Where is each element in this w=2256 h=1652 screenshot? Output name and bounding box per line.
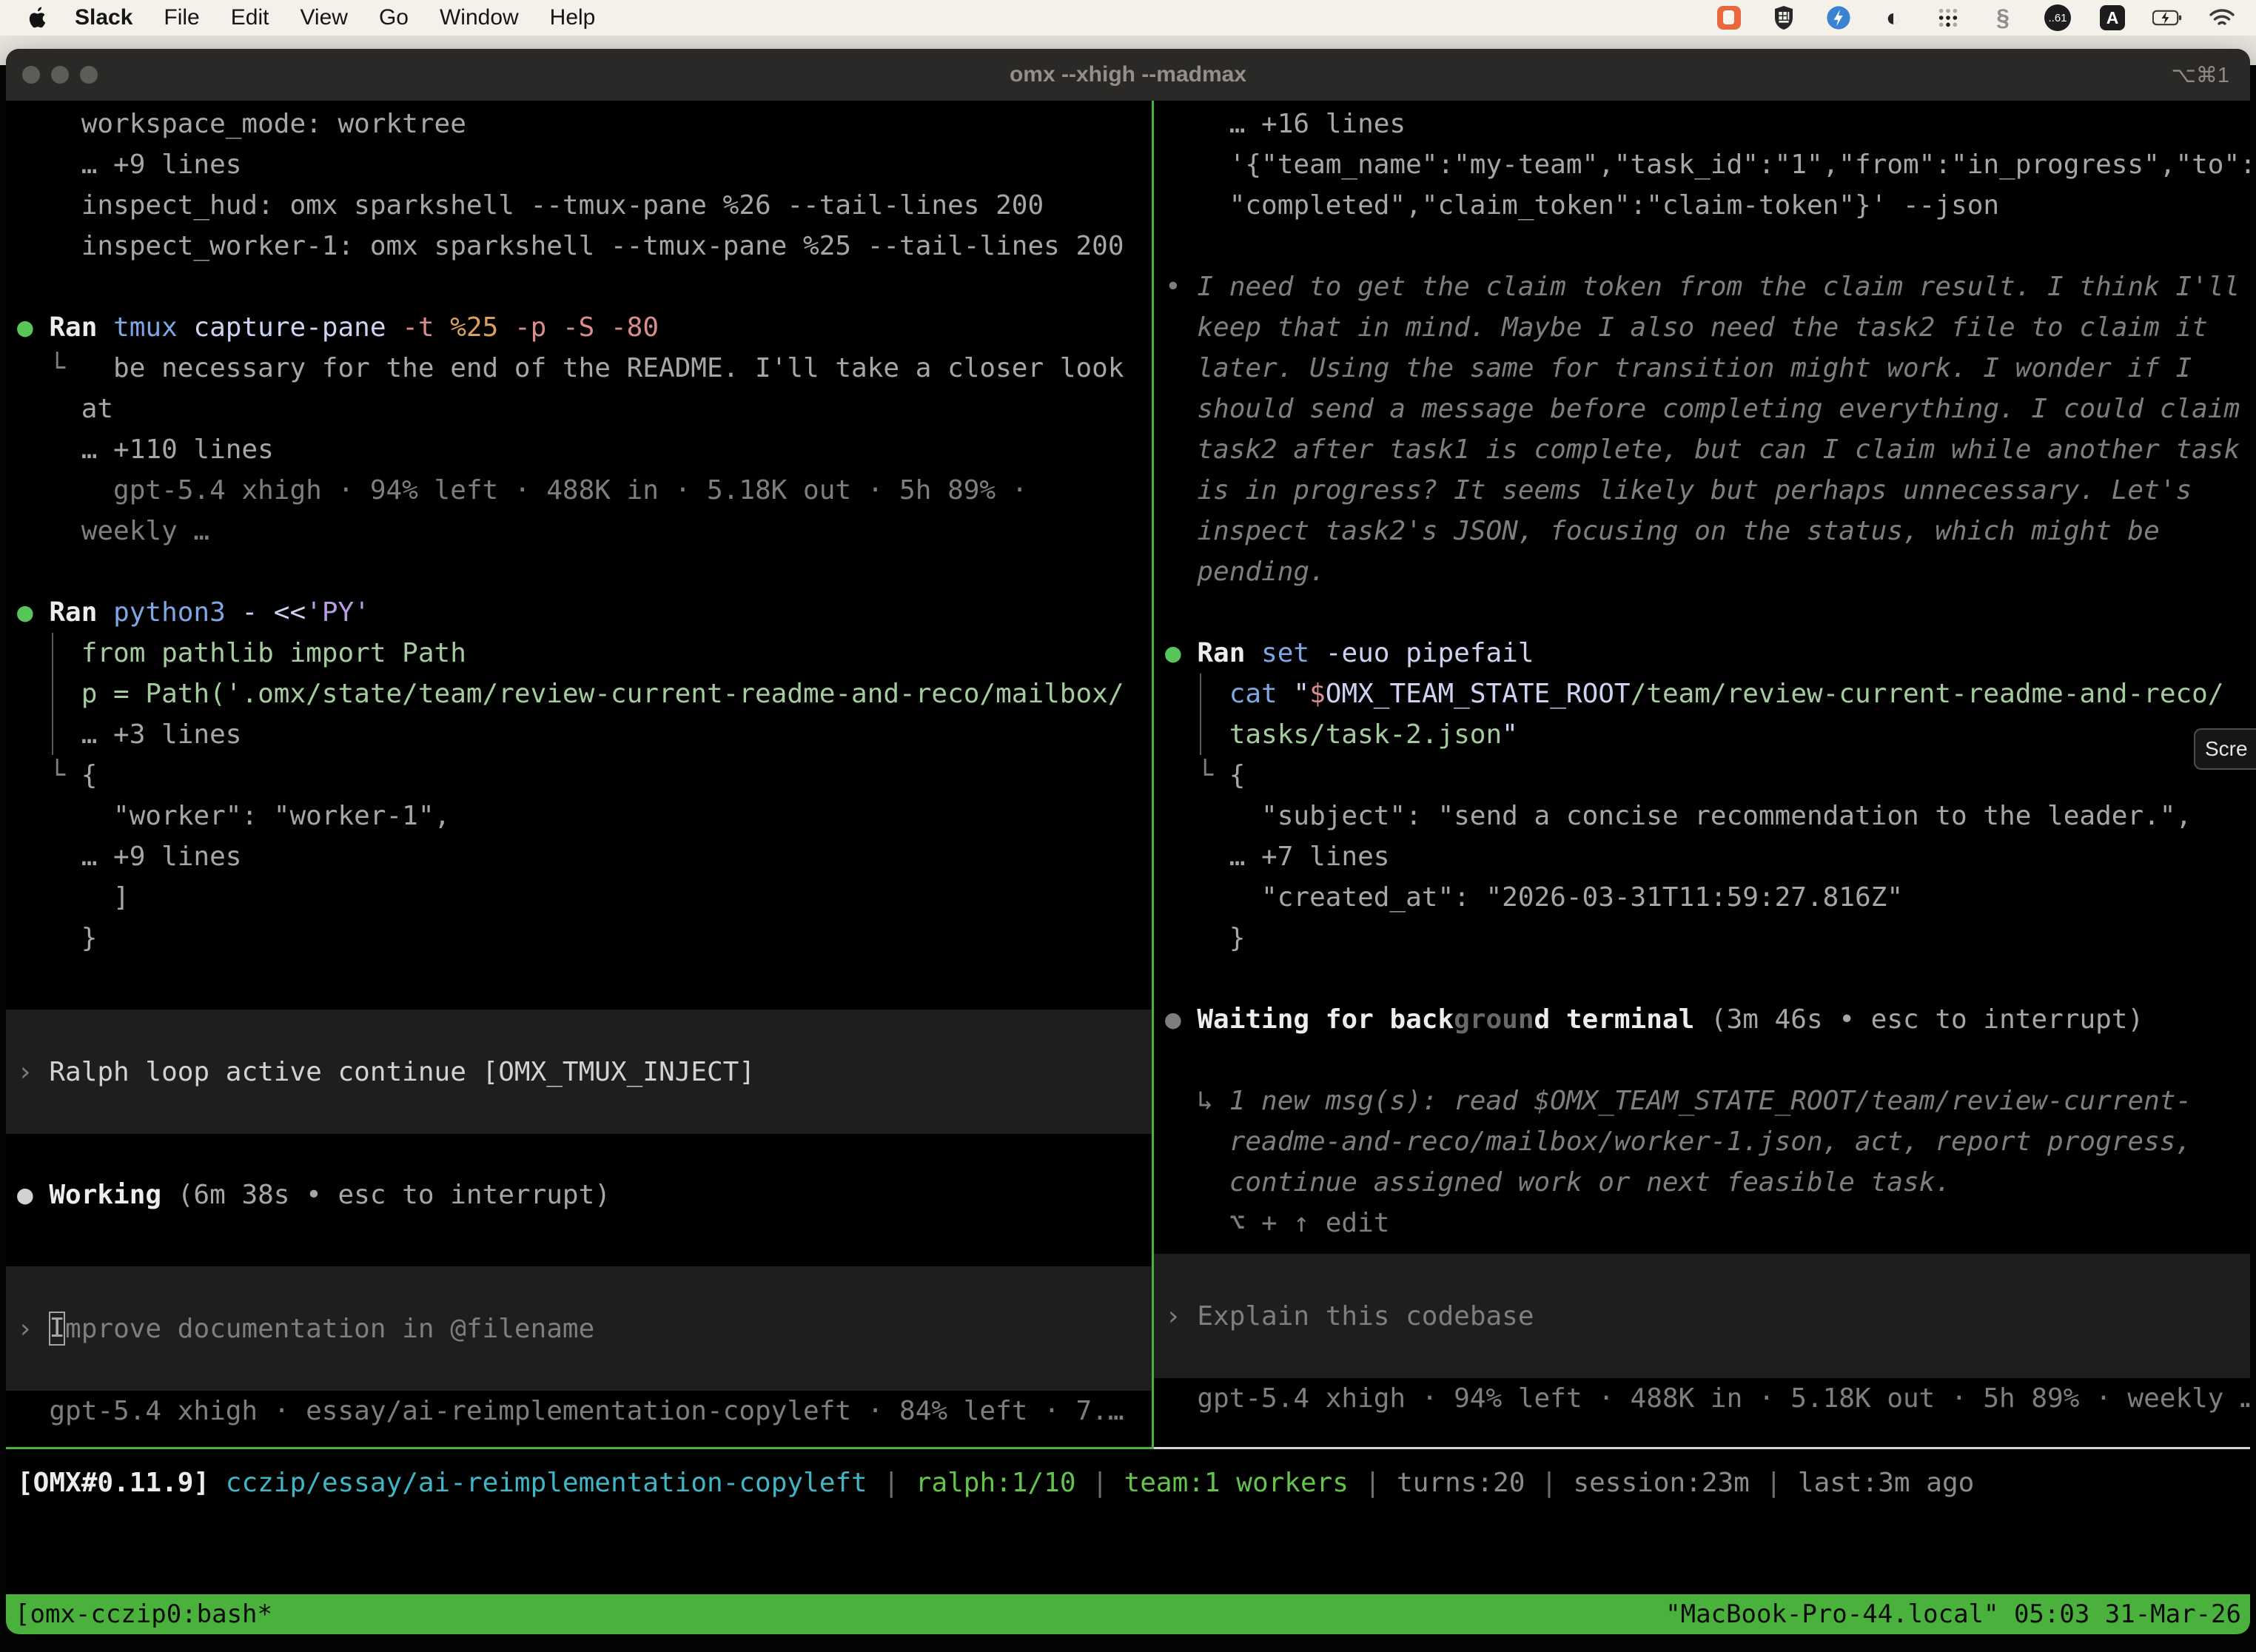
pane-hud[interactable]: workspace_mode: worktree … +9 lines insp…: [6, 101, 1152, 1449]
terminal-line: readme-and-reco/mailbox/worker-1.json, a…: [1154, 1121, 2250, 1162]
menu-bar: SlackFileEditViewGoWindowHelp ◐ § ..61 A: [0, 0, 2256, 36]
terminal-line: … +16 lines: [1154, 104, 2250, 144]
menu-item-window[interactable]: Window: [424, 5, 534, 30]
terminal-line: … +9 lines: [6, 144, 1152, 185]
window-shortcut: ⌥⌘1: [2171, 62, 2229, 88]
shield-icon[interactable]: [1769, 3, 1799, 33]
blank-line: [1154, 226, 2250, 266]
terminal-line: "created_at": "2026-03-31T11:59:27.816Z": [1154, 877, 2250, 918]
close-window-button[interactable]: [22, 66, 40, 84]
terminal-line: later. Using the same for transition mig…: [1154, 348, 2250, 389]
terminal-line: gpt-5.4 xhigh · 94% left · 488K in · 5.1…: [1154, 1378, 2250, 1419]
terminal-line: "worker": "worker-1",: [6, 796, 1152, 836]
terminal-line: ● Ran tmux capture-pane -t %25 -p -S -80: [6, 307, 1152, 348]
keyboard-layout-icon[interactable]: A: [2098, 3, 2127, 33]
terminal-line: … +3 lines: [6, 714, 1152, 755]
tmux-host-clock-label: "MacBook-Pro-44.local" 05:03 31-Mar-26: [1665, 1599, 2241, 1629]
screen-edge-tooltip: Scre: [2194, 728, 2256, 770]
dot-grid-icon[interactable]: [1933, 3, 1963, 33]
traffic-lights: [22, 66, 98, 84]
window-titlebar: omx --xhigh --madmax ⌥⌘1: [6, 49, 2250, 101]
menu-item-go[interactable]: Go: [363, 5, 424, 30]
menu-status-icons: ◐ § ..61 A: [1714, 3, 2256, 33]
terminal-line: ↳ 1 new msg(s): read $OMX_TEAM_STATE_ROO…: [1154, 1081, 2250, 1121]
menu-item-edit[interactable]: Edit: [215, 5, 285, 30]
window-title: omx --xhigh --madmax: [1010, 62, 1246, 87]
terminal-line: … +7 lines: [1154, 836, 2250, 877]
compass-bolt-icon[interactable]: [1824, 3, 1853, 33]
menu-item-file[interactable]: File: [148, 5, 215, 30]
terminal-line: ● Working (6m 38s • esc to interrupt): [6, 1175, 1152, 1215]
terminal-line: └ {: [1154, 755, 2250, 796]
terminal-line: gpt-5.4 xhigh · essay/ai-reimplementatio…: [6, 1391, 1152, 1431]
terminal-line: └ be necessary for the end of the README…: [6, 348, 1152, 389]
terminal-line: inspect task2's JSON, focusing on the st…: [1154, 511, 2250, 551]
apple-menu-icon[interactable]: [22, 7, 52, 29]
tmux-panes: workspace_mode: worktree … +9 lines insp…: [6, 101, 2250, 1449]
terminal-line: tasks/task-2.json": [1154, 714, 2250, 755]
blank-line: [1154, 958, 2250, 999]
half-moon-icon[interactable]: ◐: [1879, 3, 1908, 33]
wifi-icon[interactable]: [2207, 3, 2237, 33]
terminal-line: ● Ran python3 - <<'PY': [6, 592, 1152, 633]
terminal-line: from pathlib import Path: [6, 633, 1152, 674]
terminal-line: keep that in mind. Maybe I also need the…: [1154, 307, 2250, 348]
blank-line: [6, 551, 1152, 592]
omx-status-line: [OMX#0.11.9] cczip/essay/ai-reimplementa…: [6, 1449, 2250, 1516]
minimize-window-button[interactable]: [51, 66, 69, 84]
terminal-line: gpt-5.4 xhigh · 94% left · 488K in · 5.1…: [6, 470, 1152, 511]
terminal-line: • I need to get the claim token from the…: [1154, 266, 2250, 307]
terminal-line: … +110 lines: [6, 429, 1152, 470]
badge-61-label: ..61: [2044, 4, 2071, 31]
terminal-line: is in progress? It seems likely but perh…: [1154, 470, 2250, 511]
terminal-line: inspect_hud: omx sparkshell --tmux-pane …: [6, 185, 1152, 226]
menu-item-slack[interactable]: Slack: [59, 5, 148, 30]
terminal-line: weekly …: [6, 511, 1152, 551]
terminal-line: should send a message before completing …: [1154, 389, 2250, 429]
terminal-line: continue assigned work or next feasible …: [1154, 1162, 2250, 1203]
terminal-line: "subject": "send a concise recommendatio…: [1154, 796, 2250, 836]
terminal-empty-area: [6, 1516, 2250, 1594]
blank-line: [6, 266, 1152, 307]
terminal-line: at: [6, 389, 1152, 429]
tmux-status-bar: [omx-cczip0:bash* "MacBook-Pro-44.local"…: [6, 1594, 2250, 1634]
terminal-line: pending.: [1154, 551, 2250, 592]
terminal-line: ● Waiting for background terminal (3m 46…: [1154, 999, 2250, 1040]
terminal-line: inspect_worker-1: omx sparkshell --tmux-…: [6, 226, 1152, 266]
menu-items: SlackFileEditViewGoWindowHelp: [0, 5, 611, 30]
blank-line: [6, 1215, 1152, 1256]
terminal-line: }: [6, 918, 1152, 958]
menu-item-help[interactable]: Help: [534, 5, 611, 30]
prompt-input[interactable]: › Explain this codebase: [1154, 1254, 2250, 1378]
squiggle-icon[interactable]: §: [1988, 3, 2018, 33]
terminal-line: └ {: [6, 755, 1152, 796]
screen-record-chat-icon[interactable]: [1714, 3, 1744, 33]
terminal-line: p = Path('.omx/state/team/review-current…: [6, 674, 1152, 714]
blank-line: [6, 1134, 1152, 1175]
terminal-line: }: [1154, 918, 2250, 958]
screen-edge-tooltip-label: Scre: [2205, 737, 2248, 761]
terminal-line: … +9 lines: [6, 836, 1152, 877]
pane-worker-1[interactable]: … +16 lines '{"team_name":"my-team","tas…: [1154, 101, 2250, 1449]
terminal-line: task2 after task1 is complete, but can I…: [1154, 429, 2250, 470]
terminal-window: omx --xhigh --madmax ⌥⌘1 workspace_mode:…: [6, 49, 2250, 1634]
keyboard-layout-label: A: [2100, 5, 2125, 30]
menu-item-view[interactable]: View: [284, 5, 363, 30]
blank-line: [1154, 1040, 2250, 1081]
terminal-line: cat "$OMX_TEAM_STATE_ROOT/team/review-cu…: [1154, 674, 2250, 714]
terminal-line: '{"team_name":"my-team","task_id":"1","f…: [1154, 144, 2250, 185]
tmux-session-label: [omx-cczip0:bash*: [15, 1599, 272, 1629]
prompt-input[interactable]: › Improve documentation in @filename: [6, 1266, 1152, 1391]
terminal-line: ⌥ + ↑ edit: [1154, 1203, 2250, 1243]
terminal-line: ]: [6, 877, 1152, 918]
prompt-input[interactable]: › Ralph loop active continue [OMX_TMUX_I…: [6, 1010, 1152, 1134]
terminal-line: ● Ran set -euo pipefail: [1154, 633, 2250, 674]
badge-61-icon[interactable]: ..61: [2043, 3, 2072, 33]
blank-line: [6, 958, 1152, 999]
zoom-window-button[interactable]: [80, 66, 98, 84]
blank-line: [1154, 592, 2250, 633]
terminal-line: workspace_mode: worktree: [6, 104, 1152, 144]
terminal-line: "completed","claim_token":"claim-token"}…: [1154, 185, 2250, 226]
battery-charging-icon[interactable]: [2152, 3, 2182, 33]
